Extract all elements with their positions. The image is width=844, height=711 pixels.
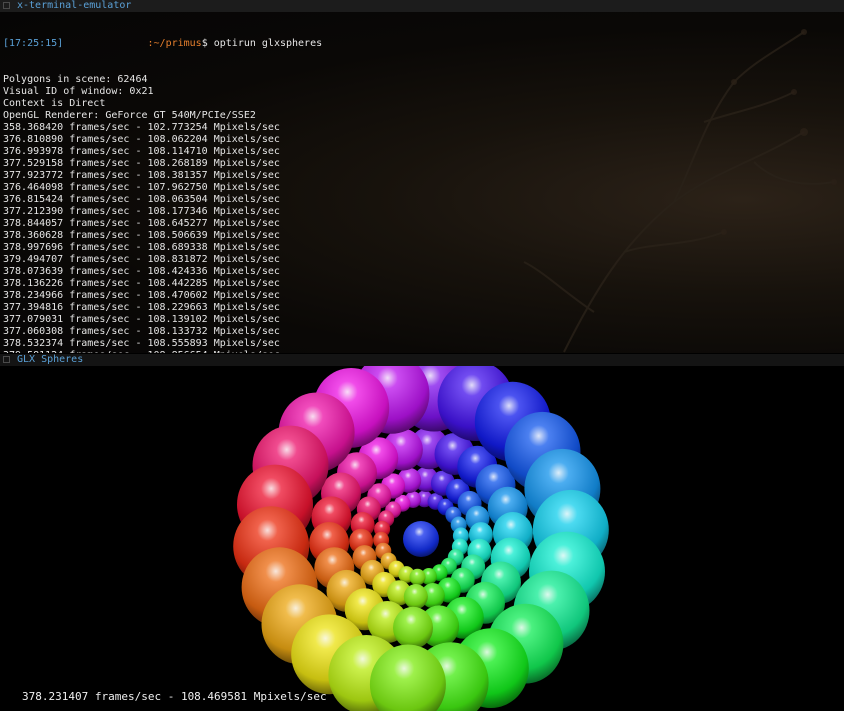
terminal-output-line: 378.073639 frames/sec - 108.424336 Mpixe… <box>3 266 280 277</box>
glx-fps-overlay: 378.231407 frames/sec - 108.469581 Mpixe… <box>22 690 327 703</box>
terminal-window[interactable]: [17:25:15] :~/primus$ optirun glxspheres… <box>0 12 844 353</box>
prompt-time: [17:25:15] <box>3 38 64 49</box>
prompt-command: $ optirun glxspheres <box>201 38 323 49</box>
terminal-output-line: 377.394816 frames/sec - 108.229663 Mpixe… <box>3 302 280 313</box>
terminal-output-line: 376.993978 frames/sec - 108.114710 Mpixe… <box>3 146 280 157</box>
sphere <box>409 568 426 586</box>
terminal-output[interactable]: [17:25:15] :~/primus$ optirun glxspheres… <box>3 14 322 353</box>
terminal-output-line: 378.360628 frames/sec - 108.506639 Mpixe… <box>3 230 280 241</box>
terminal-output-line: OpenGL Renderer: GeForce GT 540M/PCIe/SS… <box>3 110 256 121</box>
window-menu-icon[interactable] <box>3 2 10 9</box>
terminal-titlebar[interactable]: x-terminal-emulator <box>0 0 844 12</box>
terminal-output-line: 377.212390 frames/sec - 108.177346 Mpixe… <box>3 206 280 217</box>
glxspheres-render <box>233 366 609 711</box>
terminal-output-line: 378.136226 frames/sec - 108.442285 Mpixe… <box>3 278 280 289</box>
sphere <box>403 584 428 610</box>
terminal-output-line: 376.810890 frames/sec - 108.062204 Mpixe… <box>3 134 280 145</box>
terminal-output-line: 379.581124 frames/sec - 108.856654 Mpixe… <box>3 350 322 353</box>
terminal-output-line: 378.997696 frames/sec - 108.689338 Mpixe… <box>3 242 280 253</box>
terminal-output-line: 378.844057 frames/sec - 108.645277 Mpixe… <box>3 218 280 229</box>
glx-window-title: GLX Spheres <box>17 354 84 365</box>
terminal-output-line: 358.368420 frames/sec - 102.773254 Mpixe… <box>3 122 280 133</box>
glx-render-canvas[interactable]: 378.231407 frames/sec - 108.469581 Mpixe… <box>0 366 844 711</box>
center-sphere <box>403 521 439 557</box>
prompt-path: :~/primus <box>147 38 202 49</box>
window-menu-icon[interactable] <box>3 356 10 363</box>
terminal-output-line: 376.815424 frames/sec - 108.063504 Mpixe… <box>3 194 280 205</box>
terminal-output-line: 378.234966 frames/sec - 108.470602 Mpixe… <box>3 290 280 301</box>
terminal-output-line: 378.532374 frames/sec - 108.555893 Mpixe… <box>3 338 280 349</box>
terminal-output-line: 377.529158 frames/sec - 108.268189 Mpixe… <box>3 158 280 169</box>
glx-titlebar[interactable]: GLX Spheres <box>0 354 844 366</box>
terminal-output-line: Polygons in scene: 62464 <box>3 74 148 85</box>
sphere <box>393 606 433 649</box>
wallpaper-branches <box>523 29 837 353</box>
terminal-window-title: x-terminal-emulator <box>17 0 132 11</box>
terminal-output-line: Context is Direct <box>3 98 106 109</box>
terminal-output-line: 377.079031 frames/sec - 108.139102 Mpixe… <box>3 314 280 325</box>
terminal-output-line: 377.060308 frames/sec - 108.133732 Mpixe… <box>3 326 280 337</box>
terminal-output-line: Visual ID of window: 0x21 <box>3 86 154 97</box>
prompt-line: [17:25:15] :~/primus$ optirun glxspheres <box>3 38 322 50</box>
terminal-output-line: 376.464098 frames/sec - 107.962750 Mpixe… <box>3 182 280 193</box>
terminal-output-line: 377.923772 frames/sec - 108.381357 Mpixe… <box>3 170 280 181</box>
terminal-output-line: 379.494707 frames/sec - 108.831872 Mpixe… <box>3 254 280 265</box>
